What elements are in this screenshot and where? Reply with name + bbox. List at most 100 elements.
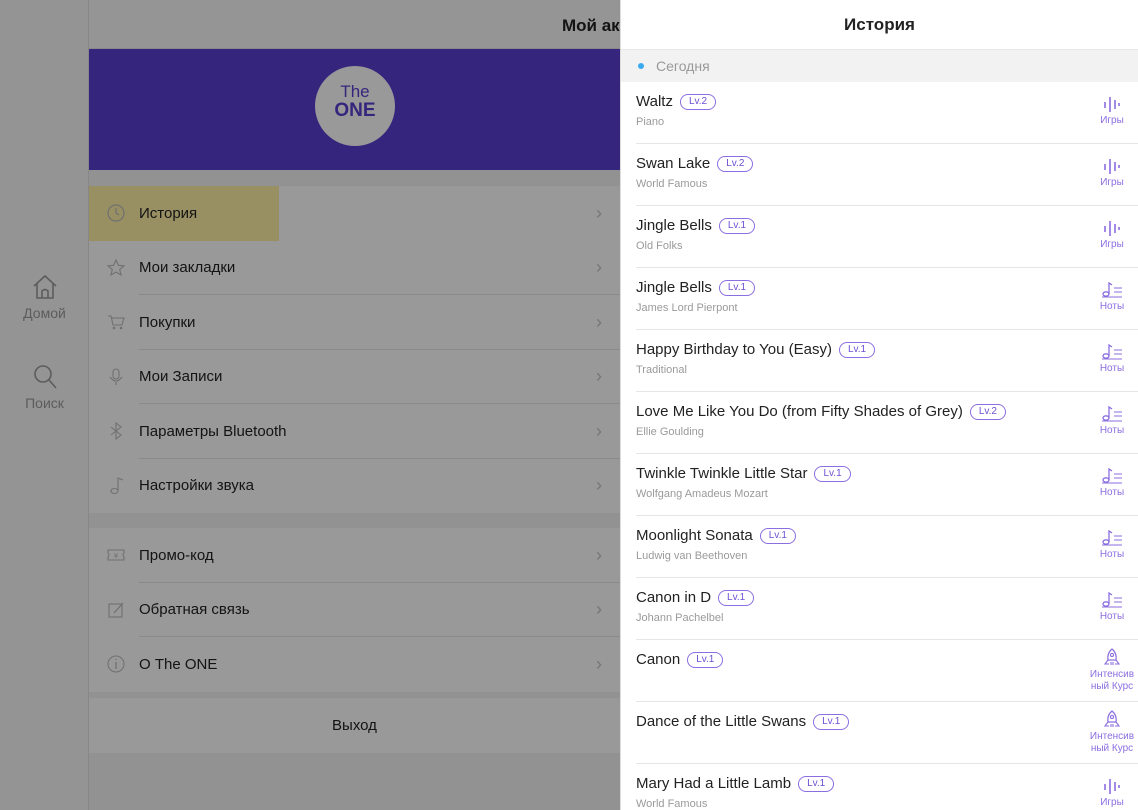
mode-tag: Игры xyxy=(1088,777,1136,809)
song-artist: Old Folks xyxy=(636,240,683,252)
history-item[interactable]: Jingle Bells Lv.1 James Lord Pierpont Ноты xyxy=(621,268,1138,330)
mode-tag: Ноты xyxy=(1088,467,1136,499)
song-title: Swan Lake xyxy=(636,155,711,172)
waveform-icon xyxy=(1088,777,1136,795)
level-badge: Lv.1 xyxy=(687,651,724,668)
level-badge: Lv.1 xyxy=(813,713,850,730)
history-item-title-line: Canon Lv.1 xyxy=(636,651,1138,668)
mode-tag-label: Ноты xyxy=(1099,363,1125,374)
song-artist: Piano xyxy=(636,116,665,128)
mode-tag: Игры xyxy=(1088,95,1136,127)
mode-tag: Ноты xyxy=(1088,405,1136,437)
sheet-music-icon xyxy=(1088,591,1136,609)
song-title: Jingle Bells xyxy=(636,217,712,234)
mode-tag: Интенсив ный Курс xyxy=(1088,647,1136,693)
history-item-title-line: Jingle Bells Lv.1 xyxy=(636,279,1138,296)
history-item[interactable]: Moonlight Sonata Lv.1 Ludwig van Beethoven… xyxy=(621,516,1138,578)
sheet-music-icon xyxy=(1088,467,1136,485)
history-item-title-line: Mary Had a Little Lamb Lv.1 xyxy=(636,775,1138,792)
section-dot xyxy=(638,63,644,69)
section-header-today: Сегодня xyxy=(621,50,1138,82)
mode-tag: Ноты xyxy=(1088,529,1136,561)
level-badge: Lv.1 xyxy=(838,341,876,358)
mode-tag-label: Игры xyxy=(1100,797,1124,808)
waveform-icon xyxy=(1088,219,1136,237)
mode-tag-label: Ноты xyxy=(1099,487,1125,498)
history-item[interactable]: Love Me Like You Do (from Fifty Shades o… xyxy=(621,392,1138,454)
mode-tag-label: Ноты xyxy=(1099,301,1125,312)
mode-tag: Интенсив ный Курс xyxy=(1088,709,1136,755)
level-badge: Lv.1 xyxy=(718,217,756,234)
mode-tag: Игры xyxy=(1088,157,1136,189)
song-title: Waltz xyxy=(636,93,673,110)
mode-tag: Ноты xyxy=(1088,591,1136,623)
song-title: Canon in D xyxy=(636,589,712,606)
song-title: Mary Had a Little Lamb xyxy=(636,775,792,792)
history-item[interactable]: Mary Had a Little Lamb Lv.1 World Famous Иг… xyxy=(621,764,1138,810)
mode-tag-label: Игры xyxy=(1100,177,1124,188)
mode-tag-label: Ноты xyxy=(1099,549,1125,560)
level-badge: Lv.1 xyxy=(759,527,796,544)
mode-tag-label: Ноты xyxy=(1099,611,1125,622)
song-artist: World Famous xyxy=(636,798,708,810)
mode-tag: Игры xyxy=(1088,219,1136,251)
mode-tag-label: Игры xyxy=(1100,115,1124,126)
history-item-title-line: Swan Lake Lv.2 xyxy=(636,155,1138,172)
waveform-icon xyxy=(1088,157,1136,175)
song-title: Love Me Like You Do (from Fifty Shades o… xyxy=(636,403,963,420)
song-artist: Traditional xyxy=(636,364,687,376)
song-artist: James Lord Pierpont xyxy=(636,302,738,314)
level-badge: Lv.1 xyxy=(718,589,755,606)
section-label: Сегодня xyxy=(656,58,710,74)
song-title: Happy Birthday to You (Easy) xyxy=(636,341,832,358)
level-badge: Lv.1 xyxy=(718,279,756,296)
mode-tag: Ноты xyxy=(1088,343,1136,375)
song-artist: World Famous xyxy=(636,178,708,190)
level-badge: Lv.1 xyxy=(798,775,835,792)
history-item[interactable]: Waltz Lv.2 Piano Игры xyxy=(621,82,1138,144)
sheet-music-icon xyxy=(1088,405,1136,423)
song-title: Jingle Bells xyxy=(636,279,712,296)
sheet-music-icon xyxy=(1088,281,1136,299)
history-item-title-line: Twinkle Twinkle Little Star Lv.1 xyxy=(636,465,1138,482)
history-item-title-line: Happy Birthday to You (Easy) Lv.1 xyxy=(636,341,1138,358)
rocket-icon xyxy=(1088,709,1136,729)
mode-tag: Ноты xyxy=(1088,281,1136,313)
history-item[interactable]: Happy Birthday to You (Easy) Lv.1 Traditio… xyxy=(621,330,1138,392)
history-item[interactable]: Dance of the Little Swans Lv.1 Интенсив ны… xyxy=(621,702,1138,764)
history-title: История xyxy=(621,0,1138,50)
history-item-title-line: Moonlight Sonata Lv.1 xyxy=(636,527,1138,544)
song-artist: Johann Pachelbel xyxy=(636,612,724,624)
history-item-title-line: Waltz Lv.2 xyxy=(636,93,1138,110)
history-item-title-line: Love Me Like You Do (from Fifty Shades o… xyxy=(636,403,1138,420)
level-badge: Lv.1 xyxy=(814,465,851,482)
song-artist: Ellie Goulding xyxy=(636,426,704,438)
level-badge: Lv.2 xyxy=(969,403,1006,420)
song-artist: Ludwig van Beethoven xyxy=(636,550,748,562)
level-badge: Lv.2 xyxy=(679,93,717,110)
mode-tag-label: Ноты xyxy=(1099,425,1125,436)
song-title: Canon xyxy=(636,651,681,668)
rocket-icon xyxy=(1088,647,1136,667)
dim-overlay[interactable] xyxy=(0,0,620,810)
waveform-icon xyxy=(1088,95,1136,113)
history-item-title-line: Jingle Bells Lv.1 xyxy=(636,217,1138,234)
sheet-music-icon xyxy=(1088,529,1136,547)
song-title: Dance of the Little Swans xyxy=(636,713,807,730)
mode-tag-label: Игры xyxy=(1100,239,1124,250)
history-item-title-line: Canon in D Lv.1 xyxy=(636,589,1138,606)
history-item[interactable]: Canon Lv.1 Интенсив ный Курс xyxy=(621,640,1138,702)
history-item[interactable]: Canon in D Lv.1 Johann Pachelbel Ноты xyxy=(621,578,1138,640)
history-item[interactable]: Twinkle Twinkle Little Star Lv.1 Wolfgang … xyxy=(621,454,1138,516)
mode-tag-label: Интенсив ный Курс xyxy=(1089,669,1135,692)
song-title: Moonlight Sonata xyxy=(636,527,753,544)
history-list: Waltz Lv.2 Piano Игры Swan Lake Lv.2 World Fam… xyxy=(621,82,1138,810)
history-item-title-line: Dance of the Little Swans Lv.1 xyxy=(636,713,1138,730)
song-title: Twinkle Twinkle Little Star xyxy=(636,465,808,482)
history-item[interactable]: Jingle Bells Lv.1 Old Folks Игры xyxy=(621,206,1138,268)
history-panel: История Сегодня Waltz Lv.2 Piano Игры Swan L… xyxy=(620,0,1138,810)
sheet-music-icon xyxy=(1088,343,1136,361)
song-artist: Wolfgang Amadeus Mozart xyxy=(636,488,768,500)
level-badge: Lv.2 xyxy=(717,155,754,172)
history-item[interactable]: Swan Lake Lv.2 World Famous Игры xyxy=(621,144,1138,206)
